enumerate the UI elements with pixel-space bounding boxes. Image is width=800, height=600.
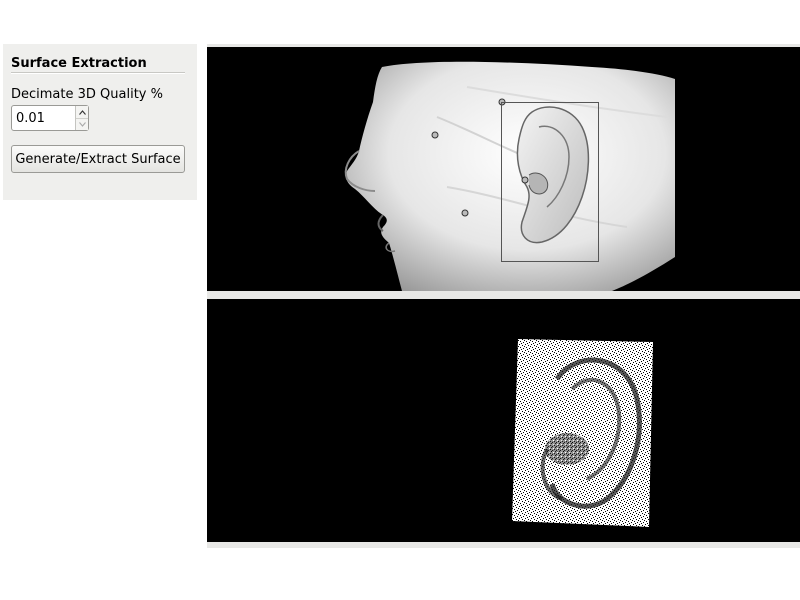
extracted-ear-viewport[interactable] — [207, 299, 800, 542]
landmark-marker — [521, 176, 529, 184]
generate-extract-surface-button[interactable]: Generate/Extract Surface — [11, 145, 185, 173]
viewport-bottom-border — [207, 542, 800, 548]
panel-title: Surface Extraction — [11, 56, 147, 71]
chevron-down-icon — [78, 121, 86, 127]
panel-divider — [11, 72, 185, 74]
ear-patch — [512, 339, 653, 527]
landmark-marker — [431, 131, 439, 139]
ear-point-cloud — [512, 339, 653, 527]
decimate-quality-label: Decimate 3D Quality % — [11, 87, 163, 102]
head-surface — [345, 61, 675, 291]
surface-extraction-panel: Surface Extraction Decimate 3D Quality %… — [3, 44, 197, 200]
head-3d-viewport[interactable] — [207, 47, 800, 291]
head-render — [344, 61, 675, 291]
decimate-quality-spinbox[interactable]: 0.01 — [11, 105, 89, 131]
spin-buttons — [75, 106, 88, 130]
decimate-quality-value[interactable]: 0.01 — [16, 111, 45, 126]
viewport-splitter[interactable] — [207, 291, 800, 299]
spin-down-button[interactable] — [76, 118, 88, 130]
landmark-marker — [461, 209, 469, 217]
chevron-up-icon — [78, 109, 86, 115]
